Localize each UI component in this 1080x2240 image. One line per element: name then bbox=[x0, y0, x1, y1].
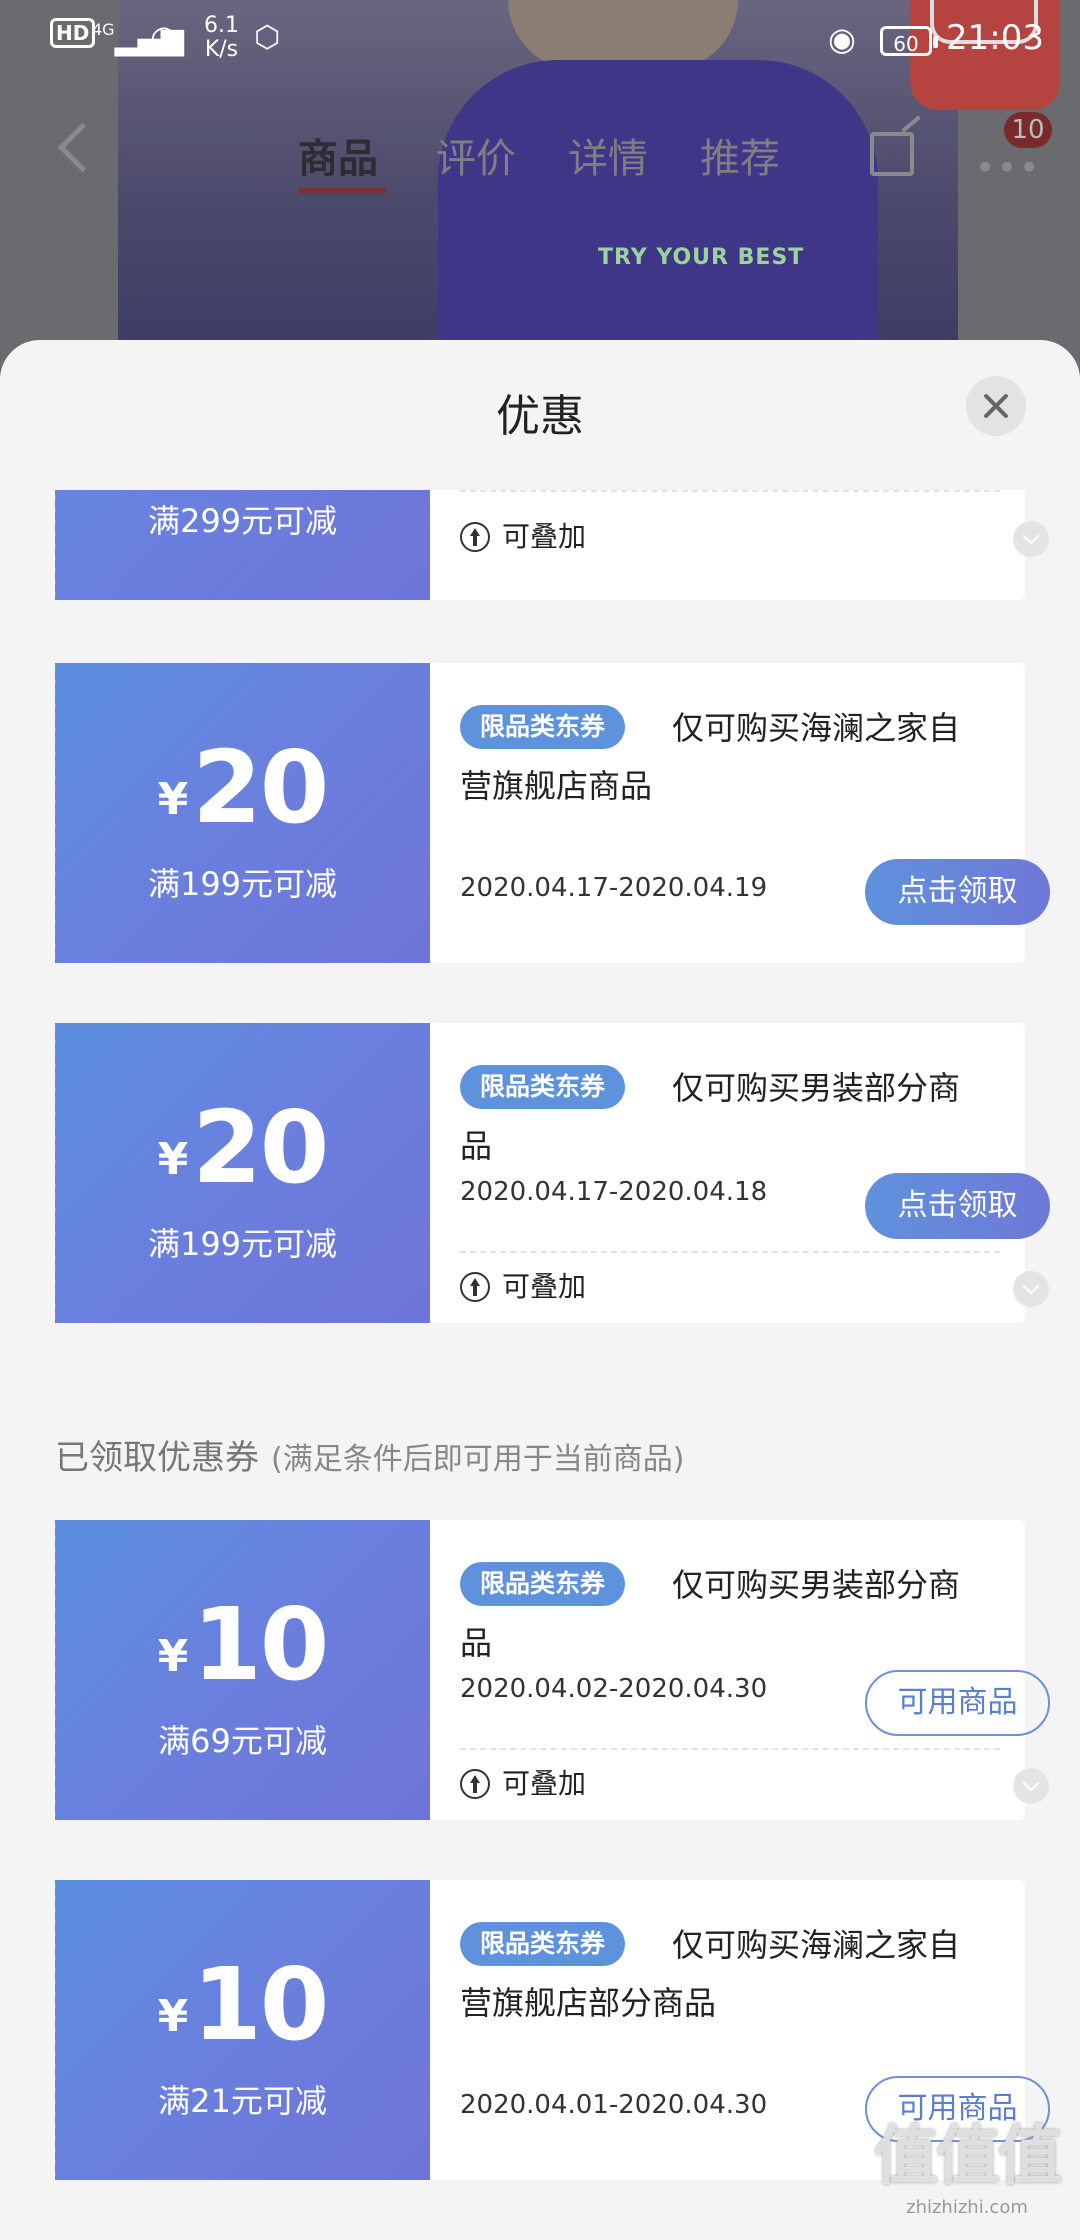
coupon-list[interactable]: 满299元可减 可叠加 ¥20 满199元可减 仅可购买海澜之家自营旗舰店商品 … bbox=[0, 340, 1080, 2240]
tab-product[interactable]: 商品 bbox=[298, 126, 378, 184]
coupon-card: ¥10 满69元可减 仅可购买男装部分商品 限品类东券 2020.04.02-2… bbox=[51, 1520, 1050, 1820]
claim-button[interactable]: 点击领取 bbox=[865, 1173, 1050, 1239]
coupon-condition: 满199元可减 bbox=[147, 865, 338, 903]
coupon-info-panel: 仅可购买海澜之家自营旗舰店商品 限品类东券 2020.04.17-2020.04… bbox=[430, 663, 1050, 963]
divider bbox=[460, 1251, 1000, 1253]
coupon-amount: ¥20 bbox=[157, 729, 330, 846]
coupon-validity: 2020.04.02-2020.04.30 bbox=[460, 1674, 768, 1704]
clock: 21:03 bbox=[946, 18, 1044, 58]
usable-products-button[interactable]: 可用商品 bbox=[865, 1670, 1050, 1736]
hand-icon: ⬡ bbox=[254, 20, 281, 55]
stackable-label: 可叠加 bbox=[460, 517, 586, 557]
coupon-value-panel: ¥20 满199元可减 bbox=[51, 663, 430, 963]
watermark-logo: 值值值 zhizhizhi.com bbox=[874, 2120, 1062, 2218]
product-page-background: TRY YOUR BEST 商品 评价 详情 推荐 ••• 10 HD 4G▂▄… bbox=[0, 0, 1080, 360]
stackable-label: 可叠加 bbox=[460, 1267, 586, 1307]
coupon-category-tag: 限品类东券 bbox=[460, 705, 626, 749]
coupon-info-panel: 仅可购买男装部分商品 限品类东券 2020.04.02-2020.04.30 可… bbox=[430, 1520, 1050, 1820]
stack-icon bbox=[460, 1272, 490, 1302]
stack-icon bbox=[460, 1769, 490, 1799]
stack-icon bbox=[460, 522, 490, 552]
expand-icon[interactable] bbox=[1013, 521, 1049, 557]
hd-indicator: HD bbox=[50, 18, 96, 48]
cart-count-badge: 10 bbox=[1004, 112, 1052, 148]
coupon-validity: 2020.04.17-2020.04.19 bbox=[460, 873, 768, 903]
coupon-info-panel: 仅可购买男装部分商品 限品类东券 2020.04.17-2020.04.18 点… bbox=[430, 1023, 1050, 1323]
share-icon[interactable] bbox=[870, 132, 914, 176]
tab-details[interactable]: 详情 bbox=[568, 126, 648, 184]
coupon-amount: ¥10 bbox=[157, 1586, 330, 1703]
battery-icon: 60 bbox=[880, 26, 938, 56]
close-icon[interactable] bbox=[966, 376, 1026, 436]
coupon-category-tag: 限品类东券 bbox=[460, 1562, 626, 1606]
coupon-card: ¥20 满199元可减 仅可购买男装部分商品 限品类东券 2020.04.17-… bbox=[51, 1023, 1050, 1323]
coupon-sheet: 满299元可减 可叠加 ¥20 满199元可减 仅可购买海澜之家自营旗舰店商品 … bbox=[0, 340, 1080, 2240]
divider bbox=[460, 1748, 1000, 1750]
coupon-amount: ¥10 bbox=[157, 1946, 330, 2063]
sheet-header: 优惠 bbox=[0, 340, 1080, 490]
coupon-category-tag: 限品类东券 bbox=[460, 1065, 626, 1109]
coupon-category-tag: 限品类东券 bbox=[460, 1922, 626, 1966]
received-coupons-heading: 已领取优惠券 (满足条件后即可用于当前商品) bbox=[55, 1438, 685, 1478]
claim-button[interactable]: 点击领取 bbox=[865, 859, 1050, 925]
coupon-value-panel: ¥10 满69元可减 bbox=[51, 1520, 430, 1820]
network-speed: 6.1 K/s bbox=[204, 13, 239, 62]
coupon-value-panel: ¥20 满199元可减 bbox=[51, 1023, 430, 1323]
coupon-validity: 2020.04.01-2020.04.30 bbox=[460, 2090, 768, 2120]
expand-icon[interactable] bbox=[1013, 1271, 1049, 1307]
coupon-condition: 满199元可减 bbox=[147, 1225, 338, 1263]
coupon-condition: 满69元可减 bbox=[158, 1722, 327, 1760]
more-icon[interactable]: ••• bbox=[975, 148, 1041, 188]
shirt-print-text: TRY YOUR BEST bbox=[598, 245, 805, 270]
active-tab-indicator bbox=[298, 188, 386, 194]
coupon-card: ¥20 满199元可减 仅可购买海澜之家自营旗舰店商品 限品类东券 2020.0… bbox=[51, 663, 1050, 963]
coupon-condition: 满21元可减 bbox=[158, 2082, 327, 2120]
expand-icon[interactable] bbox=[1013, 1768, 1049, 1804]
sheet-title: 优惠 bbox=[496, 391, 584, 442]
model-shirt: TRY YOUR BEST bbox=[438, 60, 878, 360]
tab-recommend[interactable]: 推荐 bbox=[700, 126, 780, 184]
status-bar: HD 4G▂▄▆ ◠ 6.1 K/s ⬡ ◉ 60 21:03 bbox=[0, 0, 1080, 80]
coupon-amount: ¥20 bbox=[157, 1089, 330, 1206]
coupon-value-panel: ¥10 满21元可减 bbox=[51, 1880, 430, 2180]
tab-reviews[interactable]: 评价 bbox=[436, 126, 516, 184]
coupon-validity: 2020.04.17-2020.04.18 bbox=[460, 1177, 768, 1207]
stackable-label: 可叠加 bbox=[460, 1764, 586, 1804]
back-arrow-icon[interactable] bbox=[57, 122, 108, 173]
eye-icon: ◉ bbox=[828, 20, 856, 58]
wifi-icon: ◠ bbox=[150, 18, 178, 56]
divider bbox=[460, 490, 1000, 492]
coupon-condition: 满299元可减 bbox=[147, 502, 338, 540]
